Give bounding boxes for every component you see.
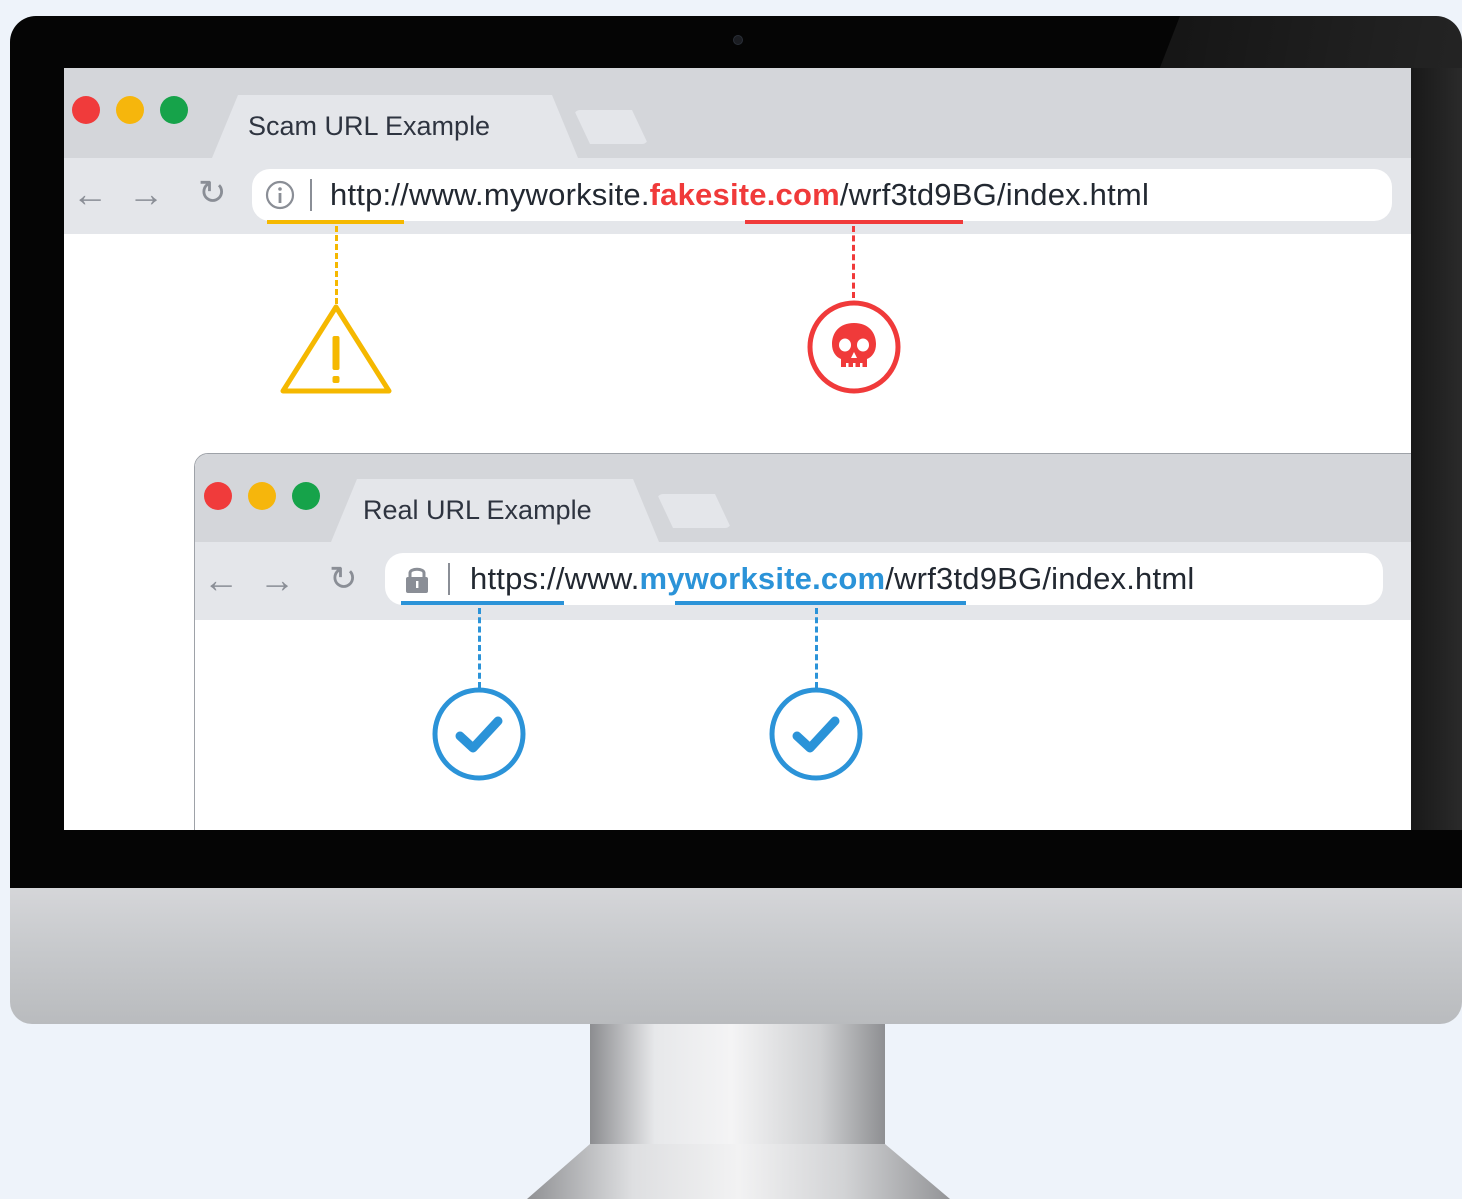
url-fake-domain: fakesite.com <box>649 177 840 212</box>
close-window-button[interactable] <box>72 96 100 124</box>
warning-icon <box>280 304 392 394</box>
tab-scam-url-example[interactable]: Scam URL Example <box>212 95 578 158</box>
maximize-window-button[interactable] <box>160 96 188 124</box>
real-domain-underline <box>675 601 966 605</box>
check-icon <box>769 687 863 781</box>
url-scheme: https <box>470 561 539 596</box>
real-url-text: https://www.myworksite.com/wrf3td9BG/ind… <box>470 561 1194 597</box>
real-browser-window: Real URL Example ← → ↻ https://www.mywor… <box>194 453 1426 855</box>
back-arrow-icon[interactable]: ← <box>203 562 239 598</box>
url-prefix: ://www.myworksite. <box>382 177 650 212</box>
forward-arrow-icon[interactable]: → <box>128 176 164 212</box>
scheme-connector <box>478 608 481 688</box>
url-path: /wrf3td9BG/index.html <box>839 177 1150 212</box>
monitor-chin <box>10 888 1462 1024</box>
bezel-bottom <box>10 830 1462 888</box>
warning-connector <box>335 226 338 304</box>
address-separator <box>310 179 312 211</box>
webcam <box>733 35 743 45</box>
bezel-right <box>1411 68 1462 830</box>
minimize-window-button[interactable] <box>116 96 144 124</box>
domain-connector <box>815 608 818 688</box>
scam-url-text: http://www.myworksite.fakesite.com/wrf3t… <box>330 177 1149 213</box>
monitor-stand-neck <box>590 1024 885 1144</box>
check-icon <box>432 687 526 781</box>
maximize-window-button[interactable] <box>292 482 320 510</box>
scam-address-bar[interactable]: http://www.myworksite.fakesite.com/wrf3t… <box>252 169 1392 221</box>
reload-icon[interactable]: ↻ <box>198 176 227 210</box>
tab-title: Real URL Example <box>363 495 592 525</box>
fake-domain-underline <box>745 220 963 224</box>
info-icon[interactable] <box>264 179 296 211</box>
url-scheme: http <box>330 177 383 212</box>
tab-real-url-example[interactable]: Real URL Example <box>331 479 659 542</box>
skull-icon <box>807 300 901 394</box>
forward-arrow-icon[interactable]: → <box>259 562 295 598</box>
back-arrow-icon[interactable]: ← <box>72 176 108 212</box>
address-separator <box>448 563 450 595</box>
minimize-window-button[interactable] <box>248 482 276 510</box>
danger-connector <box>852 226 855 298</box>
tab-title: Scam URL Example <box>248 111 491 141</box>
insecure-scheme-underline <box>267 220 404 224</box>
url-real-domain: myworksite.com <box>639 561 886 596</box>
secure-scheme-underline <box>401 601 564 605</box>
real-address-bar[interactable]: https://www.myworksite.com/wrf3td9BG/ind… <box>385 553 1383 605</box>
lock-icon[interactable] <box>401 563 433 595</box>
url-path: /wrf3td9BG/index.html <box>885 561 1195 596</box>
url-prefix: ://www. <box>538 561 640 596</box>
reload-icon[interactable]: ↻ <box>329 562 358 596</box>
close-window-button[interactable] <box>204 482 232 510</box>
monitor-stand-base <box>527 1144 950 1199</box>
